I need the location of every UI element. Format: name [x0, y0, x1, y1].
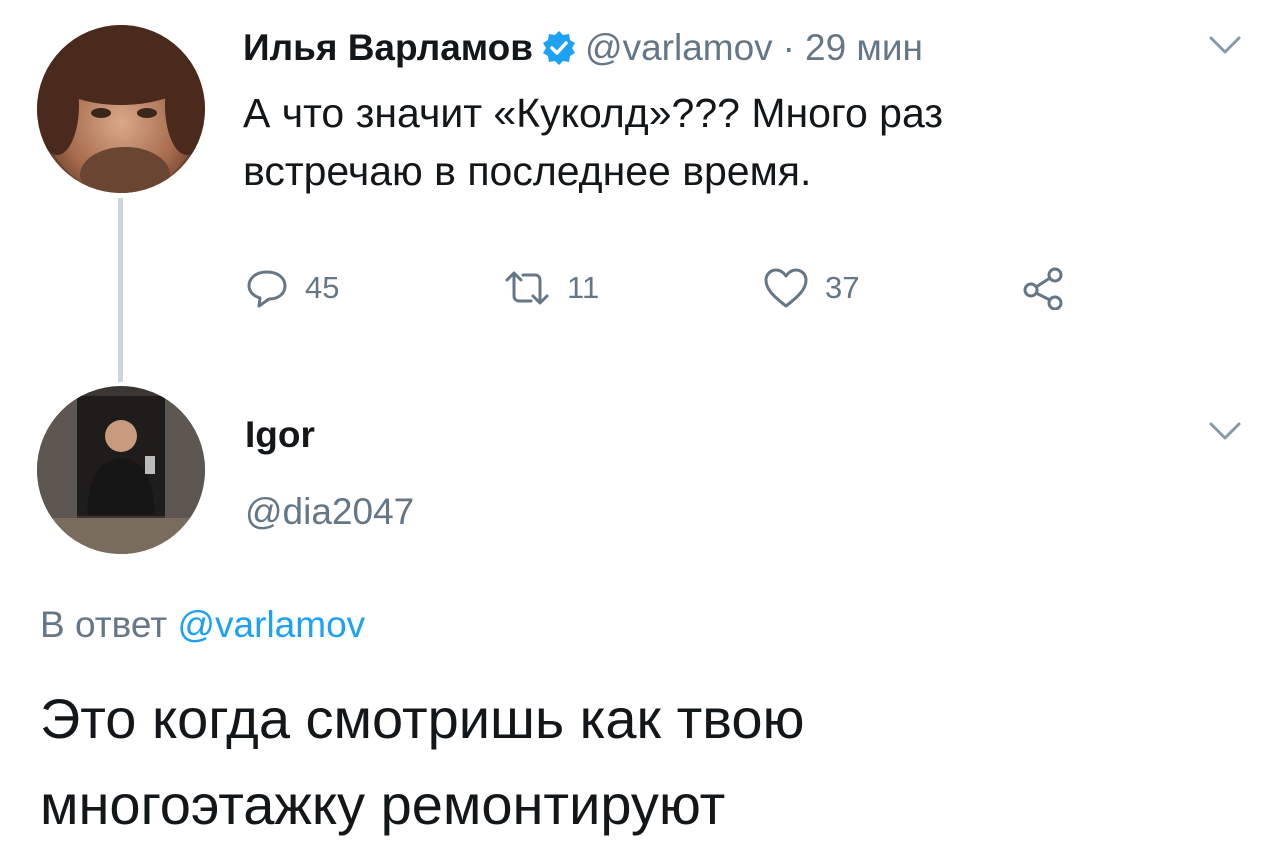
- reply-author-handle[interactable]: @dia2047: [245, 491, 414, 533]
- reply-text-line: Это когда смотришь как твою: [40, 687, 805, 750]
- header-separator: ·: [782, 27, 795, 68]
- chevron-down-icon[interactable]: [1208, 34, 1242, 61]
- retweet-icon: [505, 271, 549, 305]
- share-button[interactable]: [1021, 266, 1083, 310]
- tweet-timestamp[interactable]: 29 мин: [805, 27, 923, 69]
- reply-button[interactable]: 45: [245, 266, 339, 310]
- tweet-text-line: встречаю в последнее время.: [243, 148, 812, 194]
- tweet-header: Илья Варламов @varlamov · 29 мин: [243, 26, 923, 70]
- reply-author-avatar[interactable]: [37, 386, 205, 554]
- in-reply-prefix: В ответ: [40, 604, 168, 645]
- thread-connector-line: [118, 198, 123, 382]
- reply-icon: [247, 270, 287, 308]
- like-count: 37: [825, 270, 860, 305]
- retweet-button[interactable]: 11: [503, 266, 599, 310]
- tweet-text-line: А что значит «Куколд»??? Много раз: [243, 90, 944, 136]
- reply-author-name[interactable]: Igor: [245, 414, 315, 456]
- author-handle[interactable]: @varlamov: [585, 27, 773, 69]
- tweet-text: А что значит «Куколд»??? Много раз встре…: [243, 84, 943, 200]
- author-avatar[interactable]: [37, 25, 205, 193]
- avatar-photo: [37, 25, 205, 193]
- like-button[interactable]: 37: [763, 266, 859, 310]
- chevron-down-icon[interactable]: [1208, 420, 1242, 447]
- author-name[interactable]: Илья Варламов: [243, 27, 533, 69]
- in-reply-handle-link[interactable]: @varlamov: [178, 604, 366, 645]
- reply-count: 45: [305, 270, 340, 305]
- in-reply-to: В ответ @varlamov: [40, 604, 365, 646]
- reply-text-line: многоэтажку ремонтируют: [40, 773, 726, 836]
- tweet-actions: 45 11 37: [245, 266, 1145, 314]
- verified-badge-icon: [541, 30, 577, 66]
- share-icon: [1023, 267, 1063, 310]
- retweet-count: 11: [567, 270, 600, 305]
- heart-icon: [764, 268, 808, 308]
- avatar-photo: [37, 386, 205, 554]
- reply-text: Это когда смотришь как твою многоэтажку …: [40, 676, 805, 848]
